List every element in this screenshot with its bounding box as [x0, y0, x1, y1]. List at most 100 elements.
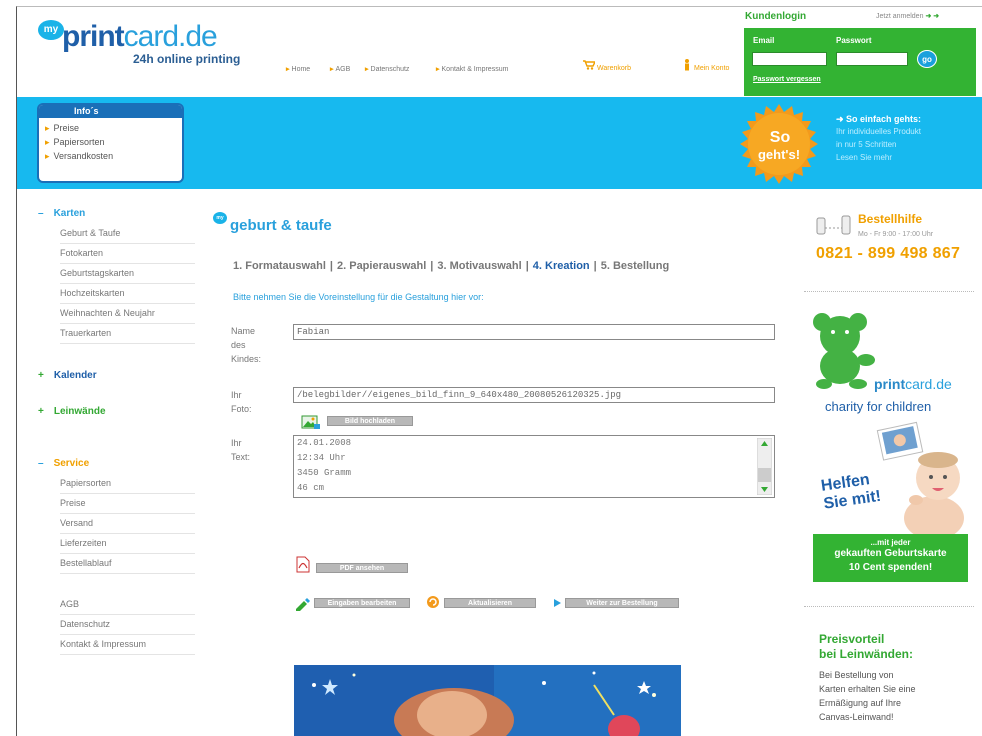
info-item-label: Preise [53, 123, 80, 133]
step-separator: | [593, 260, 597, 272]
label-line: Kindes: [231, 354, 262, 364]
step-5: 5. Bestellung [600, 260, 670, 272]
update-button[interactable]: Aktualisieren [444, 598, 536, 608]
sidebar-heading-label: Service [53, 458, 90, 469]
info-item-papiersorten[interactable]: ▸ Papiersorten [39, 135, 182, 149]
text-line: 46 cm [297, 483, 325, 493]
pdf-icon[interactable] [296, 556, 310, 573]
sidebar-item-lieferzeiten[interactable]: Lieferzeiten [60, 534, 195, 554]
account-link[interactable]: Mein Konto [694, 65, 729, 72]
custom-text-area[interactable]: 24.01.2008 12:34 Uhr 3450 Gramm 46 cm [293, 435, 775, 498]
baby-image [904, 452, 964, 536]
arrow-right-icon: ▸ [436, 66, 440, 73]
so-gehts-text: Ihr individuelles Produkt [836, 127, 921, 136]
password-field[interactable] [836, 52, 908, 66]
topnav-home[interactable]: ▸ Home [286, 65, 310, 73]
so-gehts-text: in nur 5 Schritten [836, 140, 897, 149]
register-label: Jetzt anmelden [876, 13, 924, 20]
arrow-right-icon: ▸ [330, 66, 334, 73]
sidebar-heading-label: Leinwände [53, 406, 106, 417]
sidebar-item-hochzeitskarten[interactable]: Hochzeitskarten [60, 284, 195, 304]
sidebar-item-fotokarten[interactable]: Fotokarten [60, 244, 195, 264]
arrow-right-icon: ▸ [45, 137, 50, 147]
title-line: bei Leinwänden: [819, 647, 914, 661]
info-item-preise[interactable]: ▸ Preise [39, 121, 182, 135]
child-name-input[interactable]: Fabian [293, 324, 775, 340]
info-box: Info´s ▸ Preise ▸ Papiersorten ▸ Versandkos… [37, 103, 184, 183]
step-separator: | [525, 260, 529, 272]
password-label: Passwort [836, 36, 872, 45]
continue-to-order-button[interactable]: Weiter zur Bestellung [565, 598, 679, 608]
arrow-right-icon: ▸ [45, 123, 50, 133]
minus-icon: – [38, 208, 44, 219]
step-breadcrumb: 1. Formatauswahl | 2. Papierauswahl | 3. Mot… [233, 260, 669, 272]
refresh-icon[interactable] [426, 595, 440, 609]
step-2[interactable]: 2. Papierauswahl [337, 260, 426, 272]
sidebar-heading-leinwaende[interactable]: + Leinwände [38, 406, 106, 417]
logo-print: print [62, 20, 125, 53]
info-item-versandkosten[interactable]: ▸ Versandkosten [39, 149, 182, 163]
donation-box[interactable]: ...mit jeder gekauften Geburtskarte 10 C… [813, 534, 968, 582]
so-badge-line1: So [770, 129, 791, 146]
arrow-right-icon: ▸ [286, 66, 290, 73]
sidebar-heading-service[interactable]: – Service [38, 458, 89, 469]
text-line: 24.01.2008 [297, 438, 352, 448]
cart-icon[interactable] [583, 60, 595, 70]
sidebar-heading-label: Kalender [53, 370, 97, 381]
sidebar-item-papiersorten[interactable]: Papiersorten [60, 474, 195, 494]
topnav-agb[interactable]: ▸ AGB [330, 65, 350, 73]
sidebar-item-agb[interactable]: AGB [60, 595, 195, 615]
cart-link[interactable]: Warenkorb [597, 65, 631, 72]
login-go-button[interactable]: go [917, 50, 937, 68]
photo-path-input[interactable]: /belegbilder//eigenes_bild_finn_9_640x48… [293, 387, 775, 403]
sidebar-item-bestellablauf[interactable]: Bestellablauf [60, 554, 195, 574]
minus-icon: – [38, 458, 44, 469]
sidebar-item-weihnachten[interactable]: Weihnachten & Neujahr [60, 304, 195, 324]
topnav-kontakt[interactable]: ▸ Kontakt & Impressum [436, 65, 508, 73]
text-line: 12:34 Uhr [297, 453, 346, 463]
sidebar-item-kontakt[interactable]: Kontakt & Impressum [60, 635, 195, 655]
sidebar-item-datenschutz[interactable]: Datenschutz [60, 615, 195, 635]
sidebar-heading-karten[interactable]: – Karten [38, 208, 85, 219]
picture-icon[interactable] [301, 414, 321, 430]
label-line: Name [231, 326, 256, 336]
arrow-right-icon[interactable] [552, 598, 562, 608]
topnav-datenschutz[interactable]: ▸ Datenschutz [365, 65, 409, 73]
topnav-label: Kontakt & Impressum [441, 66, 509, 73]
pdf-view-button[interactable]: PDF ansehen [316, 563, 408, 573]
user-icon[interactable] [684, 59, 690, 71]
plus-icon: + [38, 370, 44, 381]
info-item-label: Versandkosten [53, 151, 114, 161]
price-advantage-text: Canvas-Leinwand! [819, 712, 894, 722]
sidebar-item-geburt-taufe[interactable]: Geburt & Taufe [60, 224, 195, 244]
text-label: Ihr Text: [231, 436, 250, 464]
register-link[interactable]: Jetzt anmelden ➜ ➜ [876, 12, 939, 20]
sidebar-item-versand[interactable]: Versand [60, 514, 195, 534]
sidebar-heading-kalender[interactable]: + Kalender [38, 370, 97, 381]
so-gehts-more-link[interactable]: Lesen Sie mehr [836, 153, 892, 162]
sidebar-item-preise[interactable]: Preise [60, 494, 195, 514]
textarea-scrollbar[interactable] [757, 438, 772, 495]
email-field[interactable] [752, 52, 827, 66]
title-line: Preisvorteil [819, 632, 885, 646]
sidebar-item-geburtstagskarten[interactable]: Geburtstagskarten [60, 264, 195, 284]
page-title: geburt & taufe [230, 217, 332, 234]
sidebar-item-trauerkarten[interactable]: Trauerkarten [60, 324, 195, 344]
photo-label: Ihr Foto: [231, 388, 252, 416]
edit-entries-button[interactable]: Eingaben bearbeiten [314, 598, 410, 608]
forgot-password-link[interactable]: Passwort vergessen [753, 76, 821, 83]
charity-logo[interactable]: printcard.de [874, 376, 952, 392]
so-gehts-title[interactable]: ➜ So einfach gehts: [836, 114, 921, 125]
topnav-label: AGB [335, 66, 351, 73]
info-box-title: Info´s [39, 105, 182, 118]
upload-photo-button[interactable]: Bild hochladen [327, 416, 413, 426]
logo[interactable]: printcard.de [62, 20, 218, 53]
logo-my-badge: my [38, 20, 64, 40]
donation-line: gekauften Geburtskarte [834, 548, 947, 559]
charity-subtitle: charity for children [825, 399, 932, 414]
arrow-right-icon: ▸ [45, 151, 50, 161]
step-1[interactable]: 1. Formatauswahl [233, 260, 326, 272]
edit-icon[interactable] [295, 597, 313, 611]
so-gehts-badge[interactable]: So geht's! [739, 104, 819, 184]
step-3[interactable]: 3. Motivauswahl [437, 260, 521, 272]
